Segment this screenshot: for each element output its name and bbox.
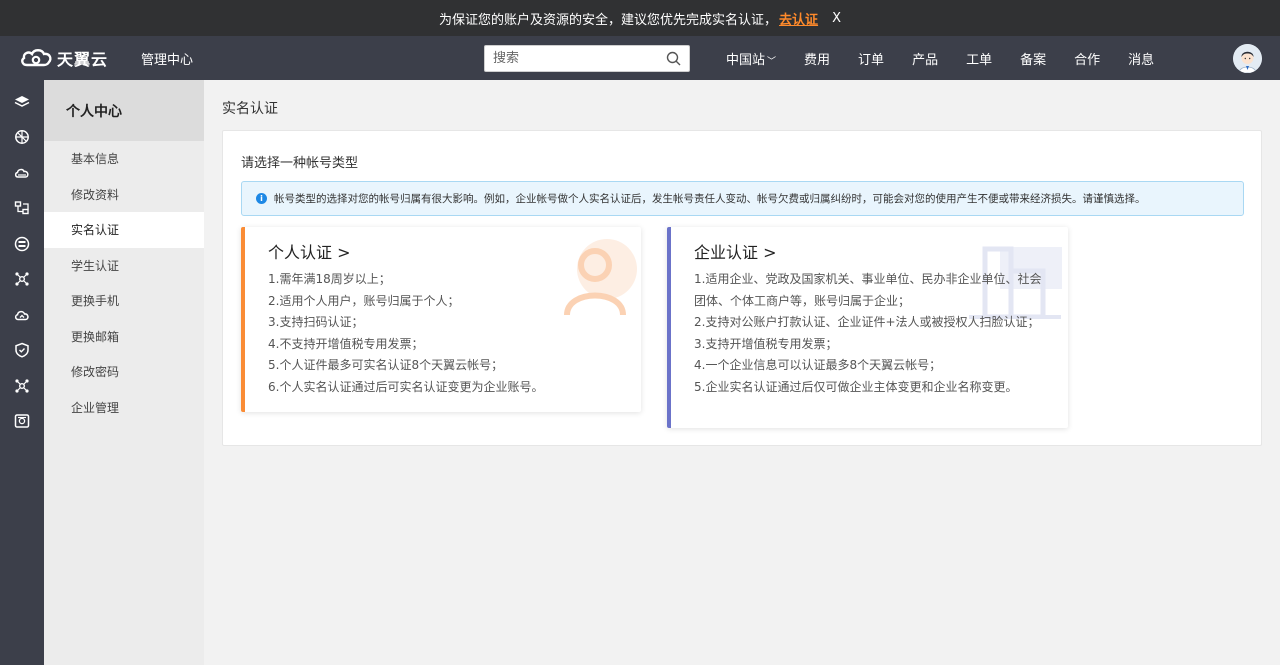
network-icon	[15, 130, 29, 145]
avatar-icon	[1233, 44, 1262, 73]
sidebar-title: 个人中心	[44, 80, 204, 141]
search-input[interactable]	[485, 46, 655, 71]
search-box	[484, 45, 690, 72]
chevron-down-icon: ﹀	[767, 56, 777, 67]
management-center-link[interactable]: 管理中心	[141, 49, 193, 68]
list-item: 3.支持开增值税专用发票；	[694, 336, 838, 351]
tip-text: 帐号类型的选择对您的帐号归属有很大影响。例如，企业帐号做个人实名认证后，发生帐号…	[274, 193, 1146, 205]
nav-orders[interactable]: 订单	[858, 49, 884, 68]
sidebar-network[interactable]	[0, 120, 44, 156]
card-accent-bar	[241, 227, 245, 412]
info-tip: i 帐号类型的选择对您的帐号归属有很大影响。例如，企业帐号做个人实名认证后，发生…	[241, 181, 1244, 216]
nav-partner[interactable]: 合作	[1074, 49, 1100, 68]
list-item: 3.支持扫码认证；	[268, 315, 364, 329]
sidebar-item-edit-profile[interactable]: 修改资料	[44, 177, 204, 213]
personal-center-sidebar: 个人中心 基本信息 修改资料 实名认证 学生认证 更换手机 更换邮箱 修改密码 …	[44, 80, 204, 665]
cluster-icon	[15, 272, 29, 286]
list-item: 2.支持对公账户打款认证、企业证件+法人或被授权人扫脸认证；	[694, 315, 1040, 329]
sidebar-security[interactable]	[0, 333, 44, 369]
nav-site-label: 中国站	[726, 52, 766, 68]
sidebar-cloud-sync[interactable]	[0, 297, 44, 333]
card-accent-bar	[667, 227, 671, 428]
sidebar-cloud[interactable]	[0, 155, 44, 191]
sidebar-item-real-name-auth[interactable]: 实名认证	[44, 212, 204, 248]
enterprise-auth-card[interactable]: 企业认证 > 1.适用企业、党政及国家机关、事业单位、民办非企业单位、社会团体、…	[667, 227, 1068, 428]
top-header: 天翼云 管理中心 中国站﹀ 费用 订单 产品 工单 备案 合作 消息	[0, 36, 1280, 80]
panel-title: 请选择一种帐号类型	[241, 156, 359, 171]
nav-filing[interactable]: 备案	[1020, 49, 1046, 68]
list-item: 5.个人证件最多可实名认证8个天翼云帐号；	[268, 358, 504, 372]
user-avatar[interactable]	[1233, 44, 1262, 73]
card-title: 个人认证 >	[268, 243, 351, 262]
sidebar-nodes[interactable]	[0, 368, 44, 404]
sidebar-item-basic-info[interactable]: 基本信息	[44, 141, 204, 177]
list-item: 6.个人实名认证通过后可实名认证变更为企业账号。	[268, 379, 544, 394]
nav-products[interactable]: 产品	[912, 49, 938, 68]
sidebar-monitor[interactable]	[0, 404, 44, 440]
page-title: 实名认证	[222, 101, 278, 117]
sidebar-layers[interactable]	[0, 84, 44, 120]
info-icon: i	[256, 193, 267, 204]
cloud-icon	[14, 168, 29, 178]
card-description: 1.适用企业、党政及国家机关、事业单位、民办非企业单位、社会团体、个体工商户等，…	[694, 269, 1046, 398]
layers-icon	[14, 95, 30, 107]
list-item: 4.不支持开增值税专用发票；	[268, 336, 424, 351]
personal-auth-card[interactable]: 个人认证 > 1.需年满18周岁以上； 2.适用个人用户，账号归属于个人； 3.…	[241, 227, 641, 412]
sidebar-item-change-password[interactable]: 修改密码	[44, 354, 204, 390]
card-title: 企业认证 >	[694, 243, 777, 262]
monitor-icon	[14, 414, 30, 428]
list-item: 5.企业实名认证通过后仅可做企业主体变更和企业名称变更。	[694, 379, 1018, 394]
sidebar-item-enterprise-mgmt[interactable]: 企业管理	[44, 390, 204, 426]
person-watermark-icon	[564, 239, 637, 316]
sidebar-item-change-email[interactable]: 更换邮箱	[44, 319, 204, 355]
sidebar-topology[interactable]	[0, 191, 44, 227]
cloud-sync-icon	[14, 310, 29, 320]
list-item: 2.适用个人用户，账号归属于个人；	[268, 293, 460, 308]
logo[interactable]: 天翼云	[19, 46, 129, 70]
list-item: 4.一个企业信息可以认证最多8个天翼云帐号；	[694, 358, 942, 372]
list-item: 1.需年满18周岁以上；	[268, 272, 391, 286]
nav-fees[interactable]: 费用	[804, 49, 830, 68]
logo-text: 天翼云	[57, 50, 109, 69]
nodes-icon	[15, 379, 29, 393]
sidebar-item-change-phone[interactable]: 更换手机	[44, 283, 204, 319]
search-icon[interactable]	[666, 51, 681, 66]
sidebar-item-student-auth[interactable]: 学生认证	[44, 248, 204, 284]
database-icon	[14, 236, 30, 251]
sidebar-cluster[interactable]	[0, 262, 44, 298]
nav-site-select[interactable]: 中国站 ﹀	[726, 49, 776, 68]
nav-tickets[interactable]: 工单	[966, 49, 992, 68]
cloud-logo-icon	[21, 49, 52, 67]
card-description: 1.需年满18周岁以上； 2.适用个人用户，账号归属于个人； 3.支持扫码认证；…	[268, 269, 543, 398]
shield-icon	[15, 342, 29, 358]
list-item: 1.适用企业、党政及国家机关、事业单位、民办非企业单位、社会团体、个体工商户等，…	[694, 272, 1042, 308]
topology-icon	[14, 201, 29, 215]
top-nav: 中国站 ﹀ 费用 订单 产品 工单 备案 合作 消息	[712, 36, 1168, 80]
notice-text: 为保证您的账户及资源的安全，建议您优先完成实名认证，	[439, 12, 778, 28]
account-type-panel: 请选择一种帐号类型 i 帐号类型的选择对您的帐号归属有很大影响。例如，企业帐号做…	[222, 130, 1262, 446]
notice-bar: 为保证您的账户及资源的安全，建议您优先完成实名认证， 去认证 X	[0, 0, 1280, 36]
go-verify-link[interactable]: 去认证	[779, 9, 818, 28]
close-notice-button[interactable]: X	[832, 11, 841, 26]
icon-sidebar	[0, 80, 44, 665]
nav-messages[interactable]: 消息	[1128, 49, 1154, 68]
sidebar-database[interactable]	[0, 226, 44, 262]
